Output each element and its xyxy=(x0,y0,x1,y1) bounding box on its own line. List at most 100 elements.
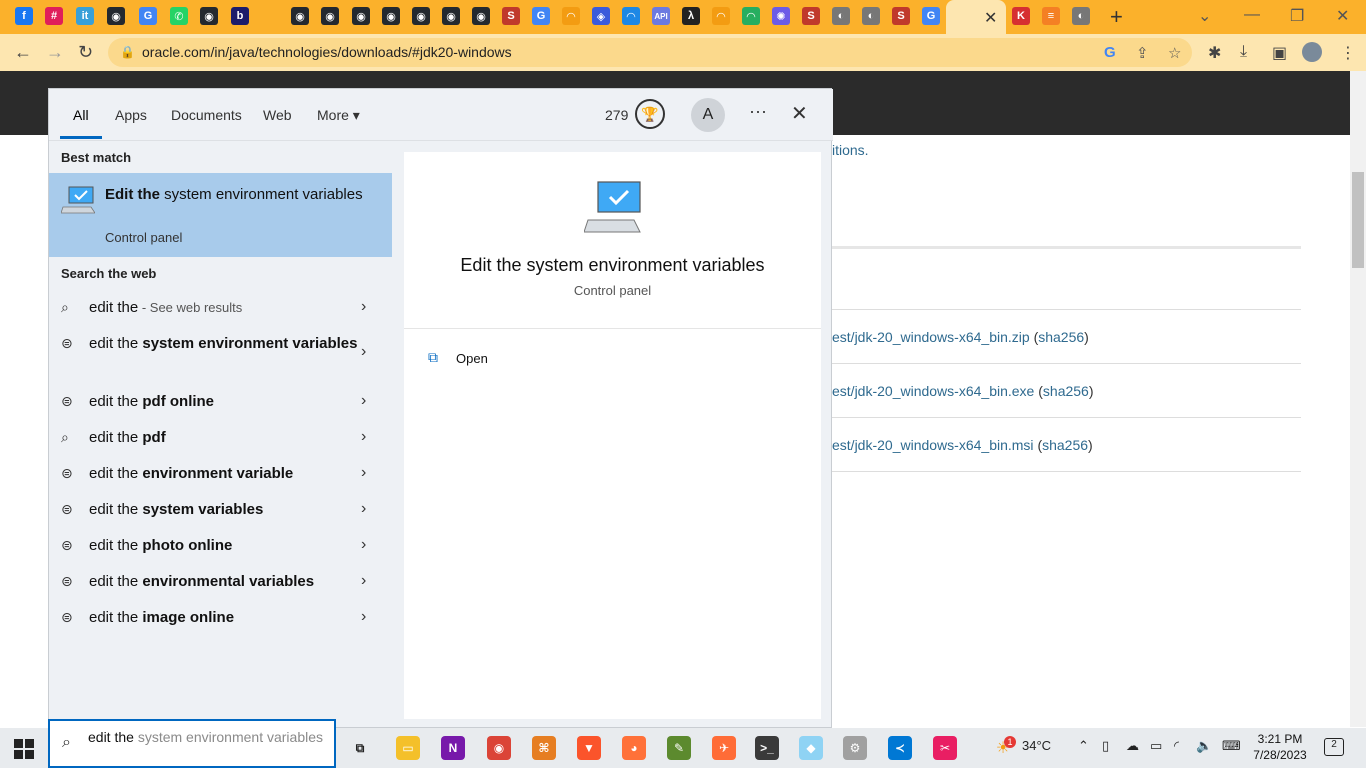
onedrive-icon[interactable]: ☁ xyxy=(1126,738,1139,754)
open-action[interactable]: Open xyxy=(456,351,488,366)
postman-icon[interactable]: ✈ xyxy=(712,736,736,760)
snipping-tool-icon[interactable]: ✂ xyxy=(933,736,957,760)
tab-search-icon[interactable]: ⌄ xyxy=(1198,6,1211,26)
stackoverflow-icon[interactable]: ≡ xyxy=(1042,7,1060,25)
search-query[interactable]: edit the system environment variables xyxy=(88,727,328,747)
web-result-item[interactable]: ⊜ edit the environment variable › xyxy=(49,455,392,491)
chrome-icon[interactable]: ◐ xyxy=(832,7,850,25)
google-icon[interactable]: G xyxy=(922,7,940,25)
web-result-item[interactable]: ⊜ edit the pdf online › xyxy=(49,383,392,419)
chevron-right-icon[interactable]: › xyxy=(361,536,366,554)
chrome-icon[interactable]: ◉ xyxy=(487,736,511,760)
more-options-icon[interactable]: ··· xyxy=(749,101,767,122)
restore-icon[interactable]: ❐ xyxy=(1290,6,1304,26)
loader-icon[interactable]: ◠ xyxy=(562,7,580,25)
api-icon[interactable]: API xyxy=(652,7,670,25)
best-match-result[interactable]: Edit the system environment variables Co… xyxy=(49,173,392,257)
google-lens-icon[interactable]: G xyxy=(1104,44,1116,61)
loader-icon[interactable]: ◠ xyxy=(742,7,760,25)
app-icon[interactable]: ◆ xyxy=(799,736,823,760)
tab-web[interactable]: Web xyxy=(263,107,292,123)
loader-icon[interactable]: ◠ xyxy=(712,7,730,25)
web-result-item[interactable]: ⊜ edit the image online › xyxy=(49,599,392,635)
tab-more[interactable]: More ▾ xyxy=(317,107,360,124)
taskbar-search-input[interactable]: ⌕ edit the system environment variables xyxy=(48,719,336,768)
chevron-right-icon[interactable]: › xyxy=(361,500,366,518)
tab-documents[interactable]: Documents xyxy=(171,107,242,123)
new-tab-button[interactable]: + xyxy=(1110,4,1123,30)
windows-start-icon[interactable] xyxy=(14,739,34,759)
github-icon[interactable]: ◉ xyxy=(412,7,430,25)
chevron-right-icon[interactable]: › xyxy=(361,464,366,482)
github-icon[interactable]: ◉ xyxy=(382,7,400,25)
google-icon[interactable]: G xyxy=(532,7,550,25)
github-icon[interactable]: ◉ xyxy=(107,7,125,25)
keyboard-icon[interactable]: ⌨ xyxy=(1222,738,1241,754)
web-result-item[interactable]: ⊜ edit the environmental variables › xyxy=(49,563,392,599)
firefox-icon[interactable]: ◕ xyxy=(622,736,646,760)
chrome-icon[interactable]: ◐ xyxy=(1072,7,1090,25)
open-icon[interactable]: ⧉ xyxy=(428,349,438,366)
web-result-item[interactable]: ⌕ edit the - See web results › xyxy=(49,289,392,325)
conditions-link[interactable]: itions. xyxy=(832,142,869,158)
bookmark-star-icon[interactable]: ☆ xyxy=(1168,44,1181,62)
tab-apps[interactable]: Apps xyxy=(115,107,147,123)
notepad-icon[interactable]: ✎ xyxy=(667,736,691,760)
app-icon[interactable]: ⌘ xyxy=(532,736,556,760)
onenote-icon[interactable]: N xyxy=(441,736,465,760)
wifi-icon[interactable]: ◜ xyxy=(1174,738,1179,754)
omnibox[interactable]: 🔒 oracle.com/in/java/technologies/downlo… xyxy=(108,38,1192,67)
task-view-icon[interactable]: ⧉ xyxy=(348,736,372,760)
web-result-item[interactable]: ⊜ edit the system environment variables › xyxy=(49,325,392,381)
bing-icon[interactable]: b xyxy=(231,7,249,25)
close-tab-icon[interactable]: ✕ xyxy=(984,8,997,28)
loader-icon[interactable]: ◠ xyxy=(622,7,640,25)
app-icon[interactable]: it xyxy=(76,7,94,25)
facebook-icon[interactable]: f xyxy=(15,7,33,25)
temperature[interactable]: 34°C xyxy=(1022,738,1051,753)
device-icon[interactable]: ▯ xyxy=(1102,738,1109,754)
tab-all[interactable]: All xyxy=(73,107,89,123)
brave-icon[interactable]: ▼ xyxy=(577,736,601,760)
download-icon[interactable]: ⤓ xyxy=(1240,43,1247,61)
page-scrollbar[interactable] xyxy=(1350,71,1366,727)
back-icon[interactable]: ← xyxy=(14,42,32,63)
site-icon[interactable]: S xyxy=(802,7,820,25)
menu-icon[interactable]: ⋮ xyxy=(1340,43,1356,63)
shield-icon[interactable]: ◈ xyxy=(592,7,610,25)
notification-center-icon[interactable]: 2 xyxy=(1324,738,1344,756)
url-text[interactable]: oracle.com/in/java/technologies/download… xyxy=(142,44,512,60)
chrome-icon[interactable]: ◐ xyxy=(862,7,880,25)
clock[interactable]: 3:21 PM 7/28/2023 xyxy=(1252,731,1308,763)
web-result-item[interactable]: ⊜ edit the photo online › xyxy=(49,527,392,563)
chevron-right-icon[interactable]: › xyxy=(361,392,366,410)
chevron-right-icon[interactable]: › xyxy=(361,343,366,361)
side-panel-icon[interactable]: ▣ xyxy=(1272,43,1287,63)
terminal-icon[interactable]: >_ xyxy=(755,736,779,760)
whatsapp-icon[interactable]: ✆ xyxy=(170,7,188,25)
minimize-icon[interactable]: — xyxy=(1244,6,1260,24)
volume-icon[interactable]: 🔈 xyxy=(1196,738,1212,754)
chevron-right-icon[interactable]: › xyxy=(361,608,366,626)
code-icon[interactable]: λ xyxy=(682,7,700,25)
slack-icon[interactable]: # xyxy=(45,7,63,25)
close-icon[interactable]: ✕ xyxy=(791,101,808,126)
site-icon[interactable]: K xyxy=(1012,7,1030,25)
site-icon[interactable]: S xyxy=(502,7,520,25)
chevron-right-icon[interactable]: › xyxy=(361,428,366,446)
web-result-item[interactable]: ⌕ edit the pdf › xyxy=(49,419,392,455)
github-icon[interactable]: ◉ xyxy=(321,7,339,25)
close-window-icon[interactable]: ✕ xyxy=(1336,6,1349,26)
profile-avatar[interactable] xyxy=(1302,42,1322,62)
scrollbar-thumb[interactable] xyxy=(1352,172,1364,268)
google-icon[interactable]: G xyxy=(139,7,157,25)
account-avatar[interactable]: A xyxy=(691,98,725,132)
chevron-up-icon[interactable]: ⌃ xyxy=(1078,738,1089,754)
github-icon[interactable]: ◉ xyxy=(472,7,490,25)
rewards-trophy-icon[interactable]: 🏆 xyxy=(635,99,665,129)
download-link-zip[interactable]: est/jdk-20_windows-x64_bin.zip (sha256) xyxy=(832,329,1089,345)
app-icon[interactable]: ⚙ xyxy=(843,736,867,760)
extensions-icon[interactable]: ✱ xyxy=(1208,43,1221,63)
forward-icon[interactable]: → xyxy=(46,42,64,63)
github-icon[interactable]: ◉ xyxy=(291,7,309,25)
